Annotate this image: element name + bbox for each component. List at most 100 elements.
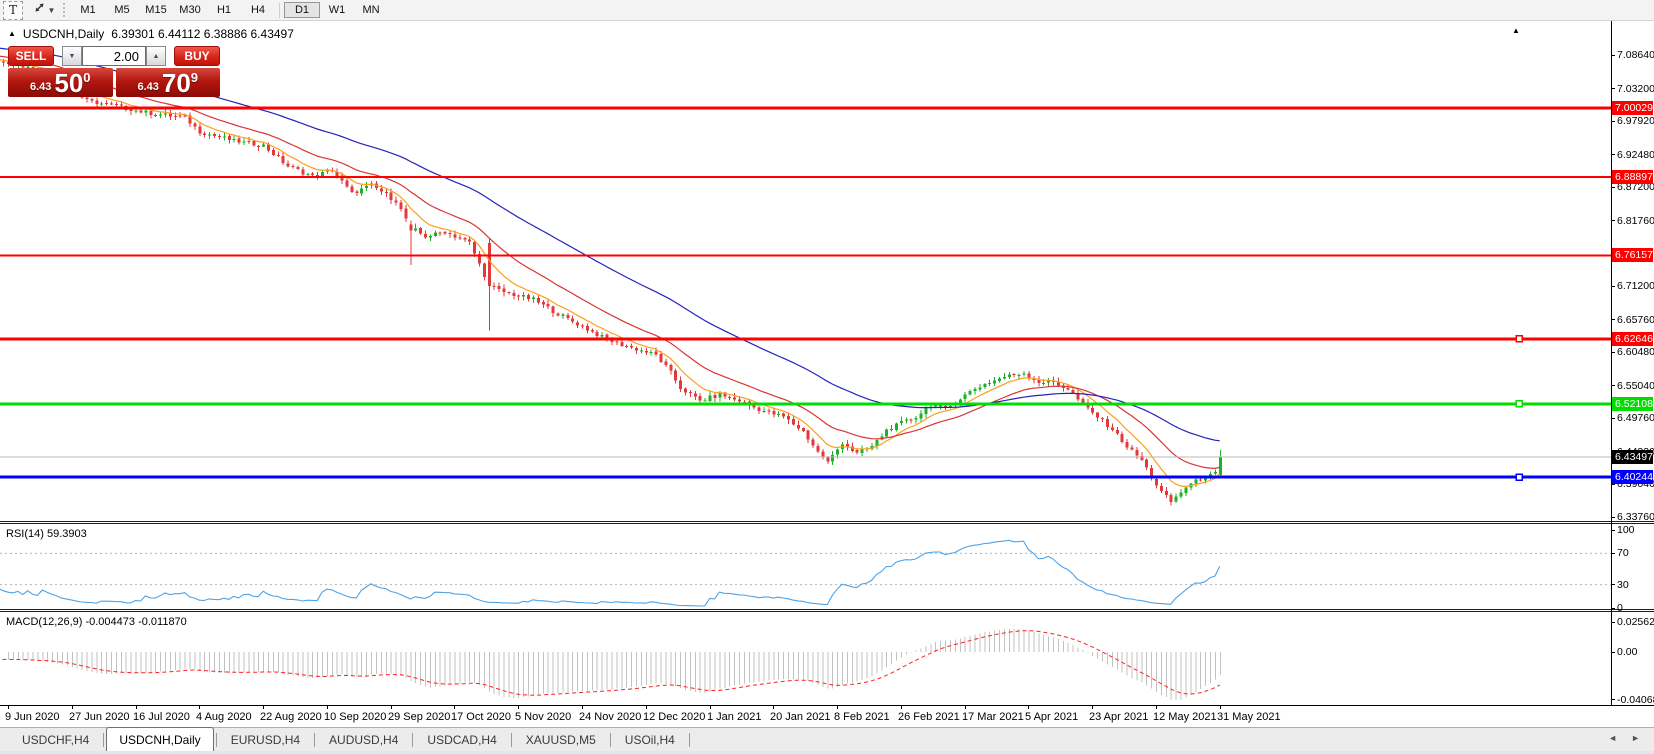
price-line-tag: 6.76157 <box>1612 248 1653 262</box>
tab-separator <box>610 733 611 747</box>
chart-shift-marker-icon[interactable]: ▲ <box>1512 26 1520 35</box>
tab-separator <box>412 733 413 747</box>
date-tick-label: 8 Feb 2021 <box>834 711 890 723</box>
tab-EURUSD-H4[interactable]: EURUSD,H4 <box>219 729 312 751</box>
timeframe-button-W1[interactable]: W1 <box>320 2 354 18</box>
chart-tab-bar: USDCHF,H4USDCNH,DailyEURUSD,H4AUDUSD,H4U… <box>0 727 1654 751</box>
price-line-tag: 6.40244 <box>1612 470 1653 484</box>
rsi-tick-label: 100 <box>1617 524 1635 536</box>
chart-title-row: ▲ USDCNH,Daily 6.39301 6.44112 6.38886 6… <box>8 27 294 41</box>
rsi-level-lines <box>0 553 1611 584</box>
date-tick-label: 24 Nov 2020 <box>579 711 641 723</box>
macd-panel-canvas[interactable] <box>0 612 1611 705</box>
buy-price-point: 9 <box>191 70 198 85</box>
macd-tick-label: 0.00 <box>1617 646 1637 658</box>
date-tick-mark <box>773 706 774 709</box>
price-tick-label: 6.55040 <box>1617 380 1654 392</box>
timeframe-button-H4[interactable]: H4 <box>241 2 275 18</box>
macd-tick-mark <box>1611 622 1615 623</box>
date-tick-label: 4 Aug 2020 <box>196 711 252 723</box>
macd-histogram <box>9 629 1221 700</box>
arrows-tool-button[interactable]: ▼ <box>29 2 59 19</box>
sell-price-point: 0 <box>83 70 90 85</box>
price-tick-mark <box>1611 121 1615 122</box>
sell-price-prefix: 6.43 <box>30 81 51 93</box>
tab-scroll-right-icon[interactable]: ► <box>1631 733 1640 743</box>
tab-USDCAD-H4[interactable]: USDCAD,H4 <box>415 729 508 751</box>
chart-expand-icon[interactable]: ▲ <box>8 30 16 38</box>
time-axis: 9 Jun 202027 Jun 202016 Jul 20204 Aug 20… <box>0 705 1654 727</box>
date-tick-label: 17 Oct 2020 <box>451 711 511 723</box>
chart-window: 7.086407.032006.979206.924806.872006.817… <box>0 21 1654 727</box>
macd-tick-mark <box>1611 652 1615 653</box>
date-tick-mark <box>327 706 328 709</box>
buy-button[interactable]: BUY <box>174 46 220 66</box>
volume-increase-button[interactable]: ▲ <box>146 46 166 66</box>
date-tick-mark <box>454 706 455 709</box>
date-tick-mark <box>965 706 966 709</box>
date-tick-mark <box>518 706 519 709</box>
tab-USDCHF-H4[interactable]: USDCHF,H4 <box>10 729 101 751</box>
price-tick-mark <box>1611 418 1615 419</box>
price-line-tag: 6.62646 <box>1612 332 1653 346</box>
rsi-tick-label: 30 <box>1617 579 1629 591</box>
macd-tick-mark <box>1611 699 1615 700</box>
price-tick-mark <box>1611 187 1615 188</box>
timeframe-button-MN[interactable]: MN <box>354 2 388 18</box>
timeframe-button-M30[interactable]: M30 <box>173 2 207 18</box>
buy-price-display[interactable]: 6.43 70 9 <box>116 68 221 97</box>
rsi-panel-canvas[interactable] <box>0 524 1611 609</box>
toolbar-grip <box>63 3 65 17</box>
text-tool-button[interactable]: T <box>3 1 23 20</box>
volume-input[interactable] <box>82 46 146 66</box>
tab-XAUUSD-M5[interactable]: XAUUSD,M5 <box>514 729 608 751</box>
timeframe-button-H1[interactable]: H1 <box>207 2 241 18</box>
price-line-tag: 6.88897 <box>1612 170 1653 184</box>
timeframe-button-D1[interactable]: D1 <box>284 2 320 18</box>
price-tick-mark <box>1611 484 1615 485</box>
date-tick-mark <box>1092 706 1093 709</box>
date-tick-label: 10 Sep 2020 <box>324 711 386 723</box>
macd-tick-label: 0.025623 <box>1617 616 1654 628</box>
price-tick-mark <box>1611 154 1615 155</box>
volume-decrease-button[interactable]: ▼ <box>62 46 82 66</box>
dropdown-caret-icon[interactable]: ▼ <box>48 6 56 15</box>
date-tick-mark <box>72 706 73 709</box>
tab-separator <box>511 733 512 747</box>
main-chart-canvas[interactable] <box>0 21 1611 521</box>
price-tick-label: 6.33760 <box>1617 511 1654 523</box>
tab-separator <box>314 733 315 747</box>
tab-USDCNH-Daily[interactable]: USDCNH,Daily <box>106 727 213 753</box>
tab-scroll-left-icon[interactable]: ◄ <box>1608 733 1617 743</box>
date-tick-mark <box>391 706 392 709</box>
date-tick-mark <box>1220 706 1221 709</box>
date-tick-mark <box>136 706 137 709</box>
date-tick-label: 5 Nov 2020 <box>515 711 571 723</box>
rsi-tick-mark <box>1611 584 1615 585</box>
date-tick-label: 27 Jun 2020 <box>69 711 130 723</box>
timeframe-button-M5[interactable]: M5 <box>105 2 139 18</box>
sell-price-pips: 50 <box>54 71 83 95</box>
price-axis-line <box>1611 21 1612 705</box>
macd-signal-line <box>0 631 1220 696</box>
date-tick-label: 12 May 2021 <box>1153 711 1217 723</box>
price-tick-mark <box>1611 319 1615 320</box>
price-tick-label: 6.92480 <box>1617 149 1654 161</box>
rsi-tick-label: 0 <box>1617 602 1623 614</box>
timeframe-button-M1[interactable]: M1 <box>71 2 105 18</box>
sell-price-display[interactable]: 6.43 50 0 <box>8 68 113 97</box>
tab-AUDUSD-H4[interactable]: AUDUSD,H4 <box>317 729 410 751</box>
sell-button[interactable]: SELL <box>8 46 54 66</box>
price-line-tag: 6.43497 <box>1612 450 1653 464</box>
price-line-tag: 7.00029 <box>1612 101 1653 115</box>
price-tick-label: 6.71200 <box>1617 280 1654 292</box>
arrows-icon <box>33 1 46 19</box>
price-tick-mark <box>1611 88 1615 89</box>
date-tick-label: 20 Jan 2021 <box>770 711 831 723</box>
date-tick-mark <box>837 706 838 709</box>
date-tick-mark <box>1156 706 1157 709</box>
tab-USOil-H4[interactable]: USOil,H4 <box>613 729 687 751</box>
timeframe-button-M15[interactable]: M15 <box>139 2 173 18</box>
price-tick-mark <box>1611 220 1615 221</box>
rsi-tick-mark <box>1611 608 1615 609</box>
